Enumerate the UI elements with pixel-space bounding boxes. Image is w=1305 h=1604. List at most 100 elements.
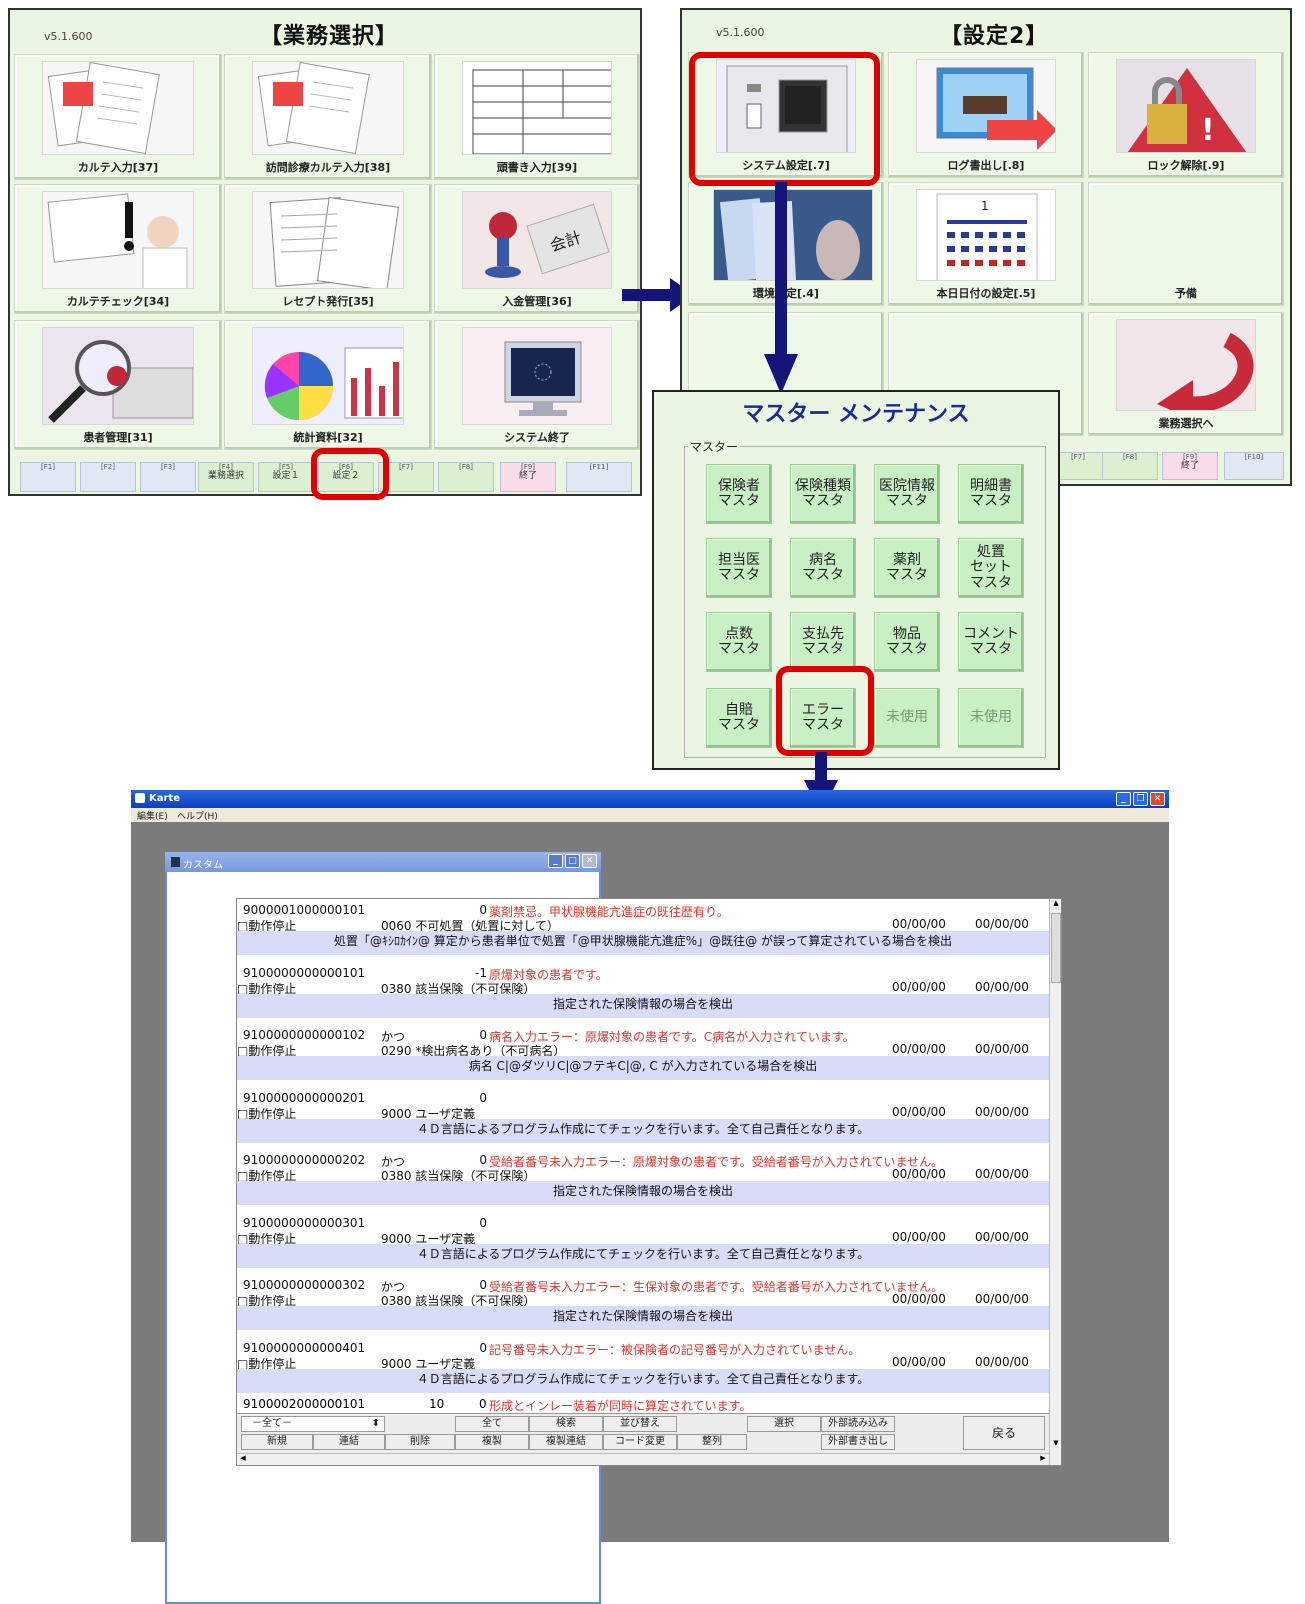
vertical-scrollbar[interactable]: ▲ ▼ [1049,899,1061,1465]
master-insurance-type[interactable]: 保険種類 マスタ [790,464,856,524]
error-record[interactable]: 9000001000000101 0 薬剤禁忌。甲状腺機能亢進症の既往歴有り。 □動作… [237,901,1049,963]
menu-help[interactable]: ヘルプ(H) [177,809,218,822]
btn-search[interactable]: 検索 [529,1416,603,1432]
calendar-image: 1 [916,189,1056,281]
master-goods[interactable]: 物品 マスタ [874,612,940,672]
btn-external-import[interactable]: 外部読み込み [821,1416,895,1432]
master-insurer[interactable]: 保険者 マスタ [706,464,772,524]
error-record[interactable]: 9100000000000202 かつ 0 受給者番号未入力エラー：原爆対象の患者です… [237,1151,1049,1213]
fkey-f9-exit[interactable]: [F9] 終了 [1162,452,1218,480]
record-id: 9100000000000102 [243,1028,366,1042]
master-statement[interactable]: 明細書 マスタ [958,464,1024,524]
tile-label: 入金管理[36] [502,295,572,308]
horizontal-scrollbar[interactable]: ◀ ▶ [237,1453,1049,1465]
arrow-down-icon [764,182,798,394]
error-record[interactable]: 9100000000000102 かつ 0 病名入力エラー：原爆対象の患者です。C病名… [237,1026,1049,1088]
restore-icon[interactable]: ❐ [1133,792,1148,806]
tile-today-date-setting[interactable]: 1 本日日付の設定[.5] [888,182,1084,306]
magnifier-image [42,327,194,425]
btn-delete[interactable]: 削除 [385,1434,455,1450]
tile-statistics[interactable]: 統計資料[32] [224,320,432,450]
scroll-down-icon[interactable]: ▼ [1050,1439,1061,1451]
record-num: 0 [479,1153,487,1167]
minimize-icon[interactable]: _ [548,854,563,868]
btn-all[interactable]: 全て [455,1416,529,1432]
tile-reserve[interactable]: 予備 [1088,182,1284,306]
record-description: 指定された保険情報の場合を検出 [237,1306,1049,1330]
error-record[interactable]: 9100000000000301 0 □動作停止 9000 ユーザ定義 00/00/00… [237,1214,1049,1276]
master-points[interactable]: 点数 マスタ [706,612,772,672]
scroll-up-icon[interactable]: ▲ [1050,899,1061,911]
master-auto-liability[interactable]: 自賠 マスタ [706,688,772,748]
svg-text:!: ! [1201,113,1215,148]
record-num: 0 [479,1278,487,1292]
tile-label: 業務選択へ [1158,417,1214,430]
master-unused-1: 未使用 [874,688,940,748]
btn-sort[interactable]: 並び替え [603,1416,677,1432]
fkey-f8[interactable]: [F8] [438,462,494,492]
record-id: 9100000000000101 [243,965,366,980]
record-date-end: 00/00/00 [975,1354,1029,1369]
tile-log-export[interactable]: ログ書出し[.8] [888,52,1084,178]
minimize-icon[interactable]: _ [1116,792,1131,806]
record-description: ４Ｄ言語によるプログラム作成にてチェックを行います。全て自己責任となります。 [237,1243,1049,1268]
btn-arrange[interactable]: 整列 [677,1434,747,1450]
tile-label: 予備 [1175,287,1197,300]
scroll-right-icon[interactable]: ▶ [1037,1454,1049,1465]
tile-payment-management[interactable]: 会計 入金管理[36] [434,184,640,314]
error-master-list: 9000001000000101 0 薬剤禁忌。甲状腺機能亢進症の既往歴有り。 □動作… [236,898,1062,1466]
error-record[interactable]: 9100000000000401 0 記号番号未入力エラー：被保険者の記号番号が入力… [237,1339,1049,1401]
fkey-f5-settings1[interactable]: [F5] 設定１ [258,462,314,492]
fkey-f2[interactable]: [F2] [80,462,136,492]
tile-patient-management[interactable]: 患者管理[31] [14,320,222,450]
record-description: ４Ｄ言語によるプログラム作成にてチェックを行います。全て自己責任となります。 [237,1118,1049,1143]
btn-copy[interactable]: 複製 [455,1434,529,1450]
btn-new[interactable]: 新規 [241,1434,313,1450]
close-icon[interactable]: ✕ [582,854,597,868]
btn-external-export[interactable]: 外部書き出し [821,1434,895,1450]
record-date-start: 00/00/00 [892,917,946,931]
filter-select[interactable]: －全て－ ⬍ [241,1416,385,1432]
scroll-thumb[interactable] [1051,913,1061,983]
fkey-f8[interactable]: [F8] [1102,452,1158,480]
btn-link[interactable]: 連結 [313,1434,385,1450]
toolbar: －全て－ ⬍ 全て 検索 並び替え 選択 外部読み込み 新規 連結 削除 複製 複… [237,1413,1049,1453]
error-record[interactable]: 9100000000000201 0 □動作停止 9000 ユーザ定義 00/00/00… [237,1089,1049,1151]
scroll-left-icon[interactable]: ◀ [237,1454,249,1465]
tile-receipt-issue[interactable]: レセプト発行[35] [224,184,432,314]
master-drug[interactable]: 薬剤 マスタ [874,538,940,598]
master-group-label: マスター [688,438,741,455]
tile-lock-release[interactable]: ! ロック解除[.9] [1088,52,1284,178]
tile-karte-check[interactable]: カルテチェック[34] [14,184,222,314]
fkey-f11[interactable]: [F11] [566,462,632,492]
btn-select[interactable]: 選択 [747,1416,821,1432]
error-record[interactable]: 9100000000000101 -1 原爆対象の患者です。 □動作停止 0380 該当… [237,964,1049,1026]
master-payee[interactable]: 支払先 マスタ [790,612,856,672]
fkey-f3[interactable]: [F3] [140,462,196,492]
fkey-f9-exit[interactable]: [F9] 終了 [500,462,556,492]
master-clinic-info[interactable]: 医院情報 マスタ [874,464,940,524]
master-comment[interactable]: コメント マスタ [958,612,1024,672]
master-disease[interactable]: 病名 マスタ [790,538,856,598]
fkey-f10[interactable]: [F10] [1224,452,1284,480]
btn-copy-link[interactable]: 複製連結 [529,1434,603,1450]
btn-code-change[interactable]: コード変更 [603,1434,677,1450]
tile-back-to-business[interactable]: 業務選択へ [1088,312,1284,436]
tile-visit-karte-input[interactable]: 訪問診療カルテ入力[38] [224,54,432,180]
tile-header-input[interactable]: 頭書き入力[39] [434,54,640,180]
master-procedure-set[interactable]: 処置 セット マスタ [958,538,1024,598]
fkey-f4-business-select[interactable]: [F4] 業務選択 [198,462,254,492]
return-arrow-image [1116,319,1256,411]
menu-edit[interactable]: 編集(E) [137,809,168,822]
record-date-end: 00/00/00 [975,1229,1029,1244]
tile-karte-input[interactable]: カルテ入力[37] [14,54,222,180]
screen-title: 【設定2】 [940,24,1049,49]
record-description: 指定された保険情報の場合を検出 [237,993,1049,1018]
error-record[interactable]: 9100000000000302 かつ 0 受給者番号未入力エラー：生保対象の患者です… [237,1276,1049,1338]
fkey-f1[interactable]: [F1] [20,462,76,492]
close-icon[interactable]: ✕ [1150,792,1165,806]
master-doctor[interactable]: 担当医 マスタ [706,538,772,598]
tile-system-exit[interactable]: システム終了 [434,320,640,450]
btn-back[interactable]: 戻る [963,1416,1045,1450]
maximize-icon[interactable]: □ [565,854,580,868]
